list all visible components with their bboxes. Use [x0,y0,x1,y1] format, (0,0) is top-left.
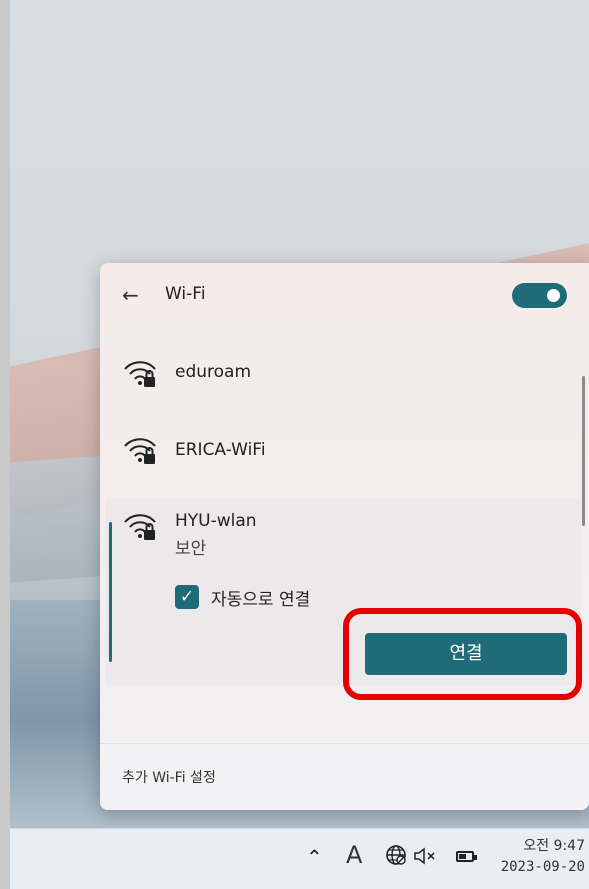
connect-button-highlight [343,608,582,700]
wifi-secured-icon [124,361,156,387]
more-wifi-settings-link[interactable]: 추가 Wi-Fi 설정 [122,767,216,787]
network-security-status: 보안 [175,539,207,559]
screen: ← Wi-Fi eduroam ERICA-WiFi HYU-wlan 보안 ✓… [0,0,589,889]
ime-indicator[interactable]: A [346,841,362,869]
wifi-secured-icon [124,438,156,464]
network-name: ERICA-WiFi [175,440,266,460]
chevron-up-icon[interactable]: ⌃ [306,845,323,869]
network-item-eduroam[interactable]: eduroam [100,336,580,412]
wifi-secured-icon [124,514,156,540]
globe-icon[interactable] [384,843,408,867]
network-name: HYU-wlan [175,511,257,531]
battery-icon[interactable] [456,851,477,862]
speaker-muted-icon[interactable] [412,845,438,867]
selection-indicator [109,522,112,662]
wifi-toggle[interactable] [512,283,567,308]
wifi-flyout: ← Wi-Fi eduroam ERICA-WiFi HYU-wlan 보안 ✓… [100,263,589,810]
network-name: eduroam [175,362,252,382]
taskbar: ⌃ A 오전 9:47 2023-09-20 [10,828,589,889]
battery-level [459,854,466,859]
clock-time[interactable]: 오전 9:47 [523,835,585,855]
scrollbar-thumb[interactable] [582,376,585,526]
wifi-title: Wi-Fi [165,284,206,304]
wifi-footer: 추가 Wi-Fi 설정 [100,743,589,810]
clock-date[interactable]: 2023-09-20 [501,859,585,875]
auto-connect-checkbox[interactable]: ✓ [175,585,199,609]
network-item-erica-wifi[interactable]: ERICA-WiFi [100,413,580,489]
wifi-header: ← Wi-Fi [100,263,589,328]
toggle-knob [547,289,560,302]
auto-connect-label[interactable]: 자동으로 연결 [211,585,310,610]
arrow-left-icon[interactable]: ← [122,283,146,307]
